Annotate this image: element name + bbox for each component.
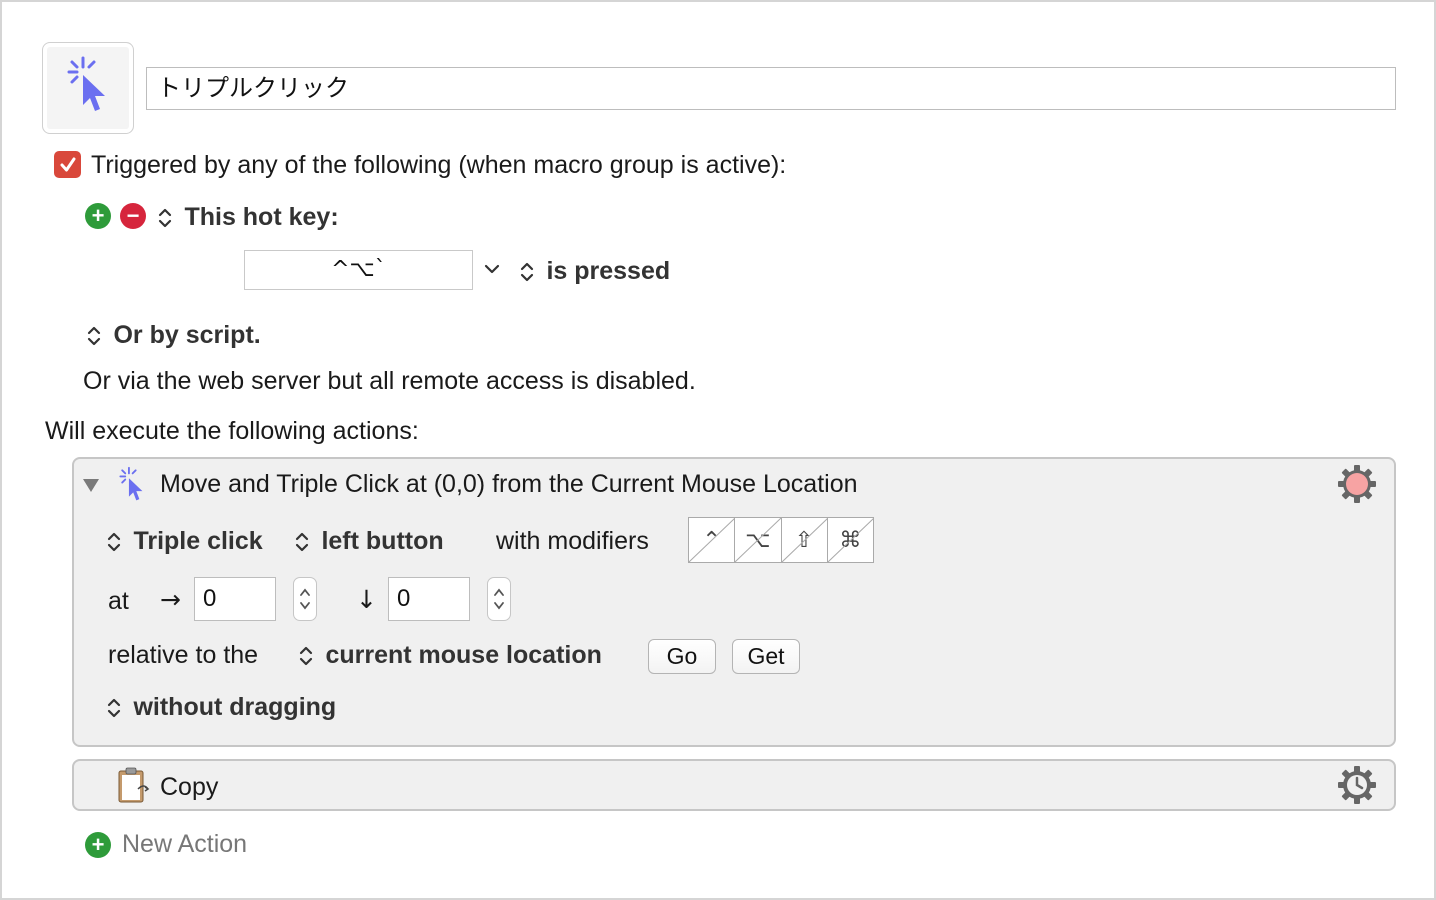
script-trigger-popup[interactable]: Or by script.: [87, 321, 261, 350]
relative-to-label: current mouse location: [325, 641, 602, 669]
modifier-control-toggle[interactable]: ⌃: [689, 518, 736, 562]
updown-chevron-icon: [295, 532, 309, 551]
cursor-click-icon: [116, 466, 148, 509]
action-panel-copy: [72, 759, 1396, 811]
get-button[interactable]: Get: [732, 639, 800, 674]
copy-gear-button[interactable]: [1337, 765, 1377, 810]
modifier-shift-toggle[interactable]: ⇧: [781, 518, 828, 562]
down-arrow-icon: ↓: [356, 585, 377, 614]
trigger-enabled-checkbox[interactable]: [54, 151, 81, 178]
new-action-button[interactable]: New Action: [122, 830, 247, 859]
hotkey-condition-popup[interactable]: is pressed: [520, 257, 670, 286]
updown-chevron-icon: [158, 208, 172, 227]
relative-label: relative to the: [108, 641, 259, 669]
hotkey-dropdown[interactable]: [483, 262, 501, 281]
y-coordinate-stepper[interactable]: [487, 577, 511, 621]
x-coordinate-stepper[interactable]: [293, 577, 317, 621]
triangle-down-icon: [83, 479, 99, 492]
action-gear-button[interactable]: [1337, 464, 1377, 509]
trigger-type-popup[interactable]: This hot key:: [158, 203, 339, 232]
go-button[interactable]: Go: [648, 639, 716, 674]
stepper-arrows-icon: [494, 588, 504, 610]
drag-mode-label: without dragging: [133, 693, 337, 721]
checkmark-icon: [60, 157, 75, 171]
updown-chevron-icon: [107, 532, 121, 551]
action-title[interactable]: Move and Triple Click at (0,0) from the …: [160, 470, 858, 499]
copy-action-title[interactable]: Copy: [160, 773, 218, 802]
hotkey-condition-label: is pressed: [546, 257, 671, 285]
chevron-down-icon: [484, 264, 500, 274]
updown-chevron-icon: [520, 262, 534, 281]
gear-icon: [1338, 465, 1376, 503]
script-trigger-label: Or by script.: [113, 321, 261, 349]
macro-name-field[interactable]: トリプルクリック: [146, 67, 1396, 110]
add-trigger-button[interactable]: +: [85, 203, 111, 229]
new-action-add-icon[interactable]: +: [85, 832, 111, 858]
gear-icon: [1338, 766, 1376, 804]
minus-icon: −: [126, 203, 140, 228]
mouse-button-popup[interactable]: left button: [295, 527, 444, 556]
updown-chevron-icon: [299, 646, 313, 665]
x-coordinate-field[interactable]: 0: [194, 577, 276, 621]
click-type-label: Triple click: [133, 527, 263, 555]
drag-mode-popup[interactable]: without dragging: [107, 693, 336, 722]
at-label: at: [108, 587, 129, 615]
mouse-button-label: left button: [321, 527, 444, 555]
clipboard-icon: [116, 767, 152, 810]
plus-icon: +: [91, 203, 105, 228]
click-type-popup[interactable]: Triple click: [107, 527, 263, 556]
macro-icon-well[interactable]: [42, 42, 134, 134]
disclosure-triangle[interactable]: [82, 477, 100, 498]
modifier-option-toggle[interactable]: ⌥: [735, 518, 782, 562]
plus-icon: +: [91, 832, 105, 857]
cursor-click-icon: [63, 55, 113, 122]
modifier-keys-group: ⌃ ⌥ ⇧ ⌘: [688, 517, 874, 563]
relative-to-popup[interactable]: current mouse location: [299, 641, 602, 670]
webserver-text: Or via the web server but all remote acc…: [83, 367, 696, 395]
stepper-arrows-icon: [300, 588, 310, 610]
modifier-command-toggle[interactable]: ⌘: [827, 518, 874, 562]
modifiers-label: with modifiers: [496, 527, 649, 555]
updown-chevron-icon: [107, 698, 121, 717]
trigger-heading: Triggered by any of the following (when …: [91, 151, 787, 179]
hotkey-field[interactable]: ^⌥`: [244, 250, 473, 290]
right-arrow-icon: →: [160, 585, 181, 614]
actions-heading: Will execute the following actions:: [45, 417, 419, 445]
updown-chevron-icon: [87, 326, 101, 345]
trigger-type-label: This hot key:: [184, 203, 339, 231]
y-coordinate-field[interactable]: 0: [388, 577, 470, 621]
remove-trigger-button[interactable]: −: [120, 203, 146, 229]
